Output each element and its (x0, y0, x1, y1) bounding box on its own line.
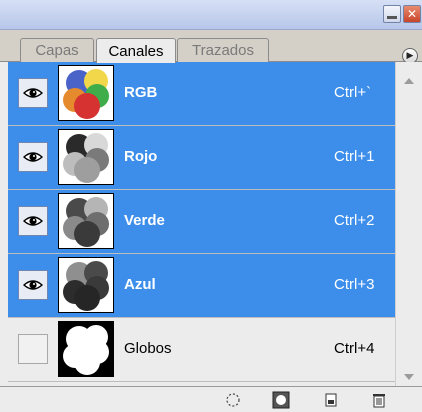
tab-trazados[interactable]: Trazados (177, 38, 269, 62)
eye-icon (23, 216, 43, 226)
mask-circle-icon (272, 391, 290, 409)
channel-shortcut: Ctrl+1 (334, 148, 375, 165)
channel-thumbnail-rojo (58, 129, 114, 185)
channel-name: Verde (124, 212, 165, 229)
channel-shortcut: Ctrl+` (334, 84, 372, 101)
save-selection-as-channel-button[interactable] (272, 391, 290, 409)
channel-name: Globos (124, 340, 172, 357)
play-arrow-icon: ▶ (406, 50, 414, 61)
channel-name: Azul (124, 276, 156, 293)
channel-thumbnail-verde (58, 193, 114, 249)
tab-canales[interactable]: Canales (96, 38, 176, 63)
gray-balloons-image (59, 130, 113, 184)
eye-icon (23, 88, 43, 98)
channel-thumbnail-rgb (58, 65, 114, 121)
channel-thumbnail-azul (58, 257, 114, 313)
channel-thumbnail-globos (58, 321, 114, 377)
channel-row-globos[interactable]: Globos Ctrl+4 (8, 318, 395, 382)
dotted-circle-icon (226, 393, 240, 407)
visibility-toggle-globos[interactable] (18, 334, 48, 364)
vertical-scrollbar[interactable] (395, 62, 422, 386)
channel-list: RGB Ctrl+` Rojo Ctrl+1 Verde Ctrl+2 Azul… (8, 62, 395, 382)
color-balloons-image (59, 66, 113, 120)
gray-balloons-image (59, 258, 113, 312)
eye-icon (23, 280, 43, 290)
minimize-icon (387, 15, 397, 19)
close-icon: ✕ (406, 7, 418, 21)
channel-name: RGB (124, 84, 158, 101)
load-channel-selection-button[interactable] (224, 391, 242, 409)
trash-icon (373, 394, 385, 408)
minimize-button[interactable] (383, 5, 401, 23)
visibility-toggle-verde[interactable] (18, 206, 48, 236)
channel-row-azul[interactable]: Azul Ctrl+3 (8, 254, 395, 318)
scroll-up-icon[interactable] (404, 78, 414, 84)
visibility-toggle-azul[interactable] (18, 270, 48, 300)
channel-row-verde[interactable]: Verde Ctrl+2 (8, 190, 395, 254)
channel-row-rgb[interactable]: RGB Ctrl+` (8, 62, 395, 126)
bottom-toolbar (0, 386, 422, 412)
tab-capas[interactable]: Capas (20, 38, 94, 62)
close-button[interactable]: ✕ (403, 5, 421, 23)
panel-title-bar[interactable]: ✕ (0, 0, 422, 30)
tab-strip: Capas Canales Trazados ▶ (0, 30, 422, 64)
channel-shortcut: Ctrl+4 (334, 340, 375, 357)
eye-icon (23, 152, 43, 162)
delete-channel-button[interactable] (370, 391, 388, 409)
visibility-toggle-rojo[interactable] (18, 142, 48, 172)
channel-name: Rojo (124, 148, 158, 165)
new-channel-button[interactable] (322, 391, 340, 409)
scroll-down-icon[interactable] (404, 374, 414, 380)
white-mask-image (59, 322, 113, 376)
channel-shortcut: Ctrl+3 (334, 276, 375, 293)
new-channel-icon (325, 393, 337, 407)
gray-balloons-image (59, 194, 113, 248)
visibility-toggle-rgb[interactable] (18, 78, 48, 108)
channels-panel: ✕ Capas Canales Trazados ▶ RGB Ctrl+` Ro… (0, 0, 422, 412)
channel-shortcut: Ctrl+2 (334, 212, 375, 229)
channel-row-rojo[interactable]: Rojo Ctrl+1 (8, 126, 395, 190)
